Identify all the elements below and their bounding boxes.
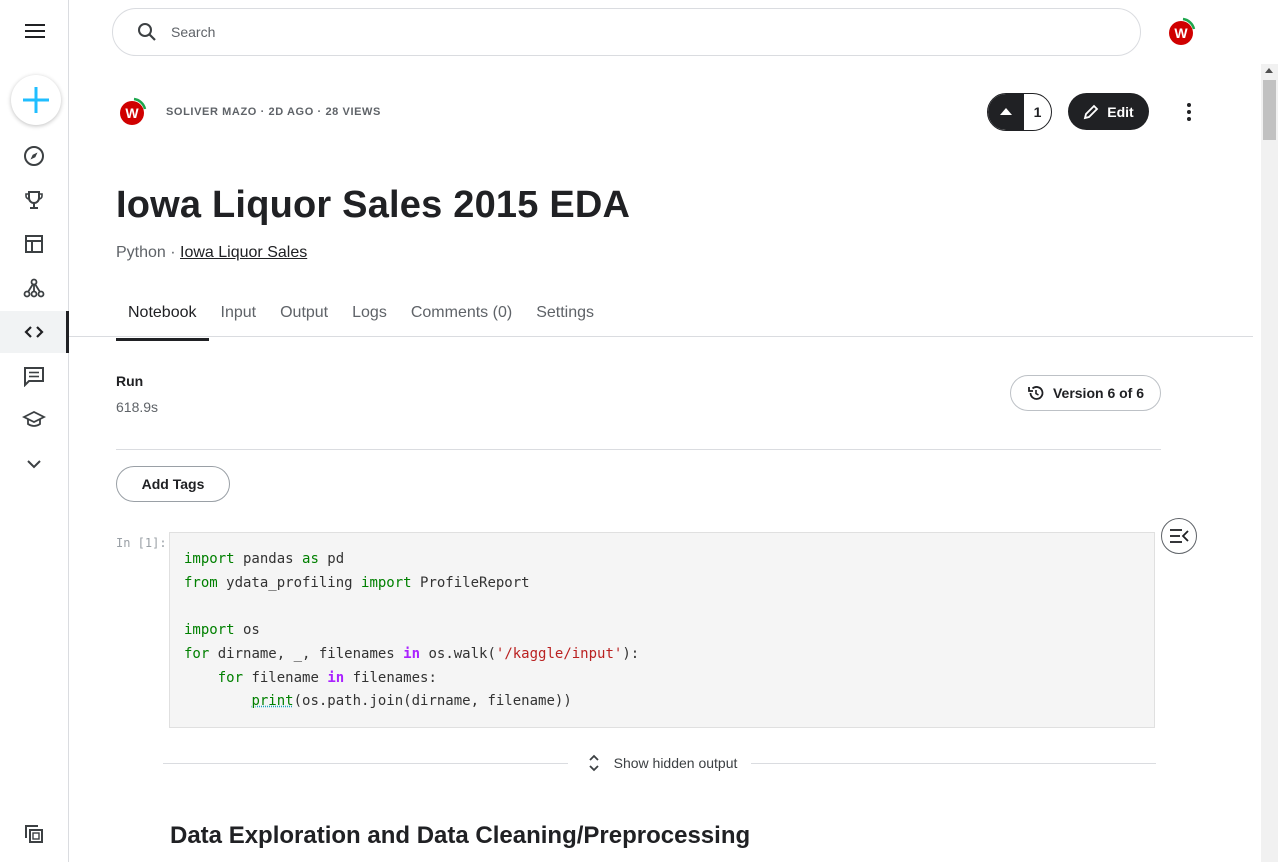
left-nav-rail [0,0,69,862]
edit-label: Edit [1107,103,1134,120]
upvote-arrow[interactable] [988,94,1024,130]
divider-right [751,762,1157,764]
notebook-subtitle: Python · Iowa Liquor Sales [116,244,307,262]
subtitle-separator: · [165,244,181,261]
tab-notebook[interactable]: Notebook [116,300,209,341]
version-label: Version 6 of 6 [1052,385,1145,401]
models-icon [23,278,45,298]
chevron-down-icon [27,460,41,469]
scroll-up-arrow-icon[interactable] [1265,68,1273,73]
nav-code[interactable] [0,311,69,353]
more-options-icon[interactable] [1176,98,1202,126]
expand-vertical-icon [588,754,599,772]
upvote-button[interactable]: 1 [987,93,1052,131]
nav-your-work[interactable] [0,813,68,855]
nav-discussions[interactable] [0,355,68,397]
edit-button[interactable]: Edit [1068,93,1149,130]
search-input[interactable] [171,24,1071,40]
tab-bar: Notebook Input Output Logs Comments (0) … [116,300,606,341]
tab-input[interactable]: Input [209,300,269,341]
collapse-panel-icon [1170,529,1189,543]
language-label: Python [116,244,166,261]
dataset-link[interactable]: Iowa Liquor Sales [180,244,307,261]
table-icon [25,235,43,253]
history-icon [1028,386,1044,400]
author-meta: W SOLIVER MAZO · 2D AGO · 28 VIEWS [116,96,381,128]
run-label: Run [116,373,144,389]
author-meta-text: SOLIVER MAZO · 2D AGO · 28 VIEWS [166,106,381,118]
plus-icon [23,87,49,113]
discussion-icon [24,367,44,387]
version-button[interactable]: Version 6 of 6 [1010,375,1161,411]
toggle-panel-button[interactable] [1161,518,1197,554]
search-bar[interactable] [112,8,1141,56]
create-button[interactable] [11,75,61,125]
tabs-divider [69,336,1253,337]
copy-icon [25,825,43,843]
tab-settings[interactable]: Settings [524,300,606,341]
code-cell[interactable]: import pandas as pd from ydata_profiling… [169,532,1155,728]
section-heading: Data Exploration and Data Cleaning/Prepr… [170,822,751,849]
divider-left [163,762,568,764]
author-avatar[interactable]: W [116,96,148,128]
compass-icon [24,146,44,166]
tab-comments[interactable]: Comments (0) [399,300,524,341]
nav-competitions[interactable] [0,179,68,221]
page-scrollbar[interactable] [1261,64,1278,862]
tab-logs[interactable]: Logs [340,300,399,341]
svg-text:W: W [125,105,139,121]
svg-text:W: W [1174,25,1188,41]
nav-explore[interactable] [0,135,68,177]
trophy-icon [25,191,43,209]
caret-up-icon [1000,108,1012,115]
add-tags-button[interactable]: Add Tags [116,466,230,502]
user-avatar[interactable]: W [1165,16,1197,53]
vote-count: 1 [1033,104,1042,120]
nav-datasets[interactable] [0,223,68,265]
avatar-icon: W [1169,17,1196,45]
pencil-icon [1084,104,1099,119]
hidden-output-row: Show hidden output [163,752,1157,774]
nav-more[interactable] [0,443,68,485]
show-hidden-output-button[interactable]: Show hidden output [568,753,752,773]
cell-prompt: In [1]: [116,536,167,550]
school-icon [22,410,46,427]
run-duration: 618.9s [116,399,159,415]
search-icon [138,23,156,41]
code-icon [24,326,44,338]
show-hidden-output-label: Show hidden output [613,755,738,771]
page-title: Iowa Liquor Sales 2015 EDA [116,184,631,226]
tab-output[interactable]: Output [268,300,340,341]
scrollbar-thumb[interactable] [1263,80,1276,140]
nav-learn[interactable] [0,399,68,441]
run-divider [116,449,1161,450]
nav-models[interactable] [0,267,68,309]
menu-icon[interactable] [25,24,47,40]
